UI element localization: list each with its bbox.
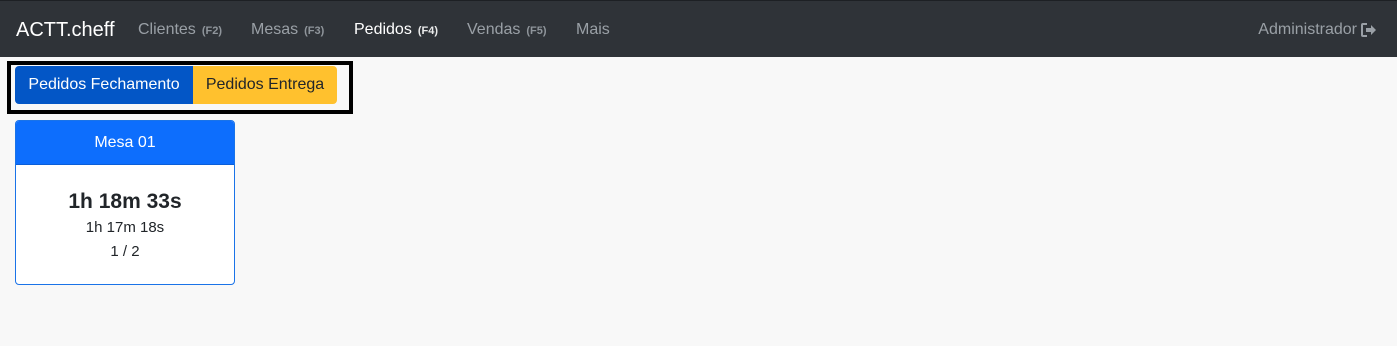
- user-menu[interactable]: Administrador: [1258, 20, 1377, 40]
- table-card[interactable]: Mesa 01 1h 18m 33s 1h 17m 18s 1 / 2: [15, 120, 235, 285]
- nav-item-vendas[interactable]: Vendas (F5): [467, 20, 547, 41]
- shortcut-key: (F3): [304, 25, 325, 37]
- top-navbar: ACTT.cheff Clientes (F2) Mesas (F3) Pedido…: [0, 0, 1397, 57]
- shortcut-key: (F2): [201, 25, 222, 37]
- shortcut-key: (F4): [417, 25, 438, 37]
- nav-item-label: Clientes: [138, 21, 196, 38]
- elapsed-time: 1h 18m 33s: [68, 190, 182, 213]
- nav-item-mesas[interactable]: Mesas (F3): [251, 20, 324, 41]
- nav-item-mais[interactable]: Mais: [576, 20, 610, 40]
- table-card-body: 1h 18m 33s 1h 17m 18s 1 / 2: [16, 189, 234, 262]
- closing-orders-button[interactable]: Pedidos Fechamento: [15, 66, 193, 104]
- secondary-time: 1h 17m 18s: [85, 219, 165, 236]
- nav-item-clientes[interactable]: Clientes (F2): [138, 20, 222, 41]
- nav-item-pedidos[interactable]: Pedidos (F4): [354, 20, 438, 41]
- order-ratio: 1 / 2: [110, 243, 140, 260]
- delivery-orders-button[interactable]: Pedidos Entrega: [193, 66, 337, 104]
- user-name: Administrador: [1258, 21, 1357, 38]
- table-card-title: Mesa 01: [16, 121, 234, 165]
- nav-item-label: Mesas: [251, 21, 299, 38]
- sign-out-icon: [1361, 23, 1376, 37]
- nav-item-label: Mais: [576, 21, 610, 38]
- shortcut-key: (F5): [526, 25, 547, 37]
- brand-logo[interactable]: ACTT.cheff: [16, 18, 115, 42]
- nav-item-label: Pedidos: [354, 21, 412, 38]
- nav-item-label: Vendas: [467, 21, 521, 38]
